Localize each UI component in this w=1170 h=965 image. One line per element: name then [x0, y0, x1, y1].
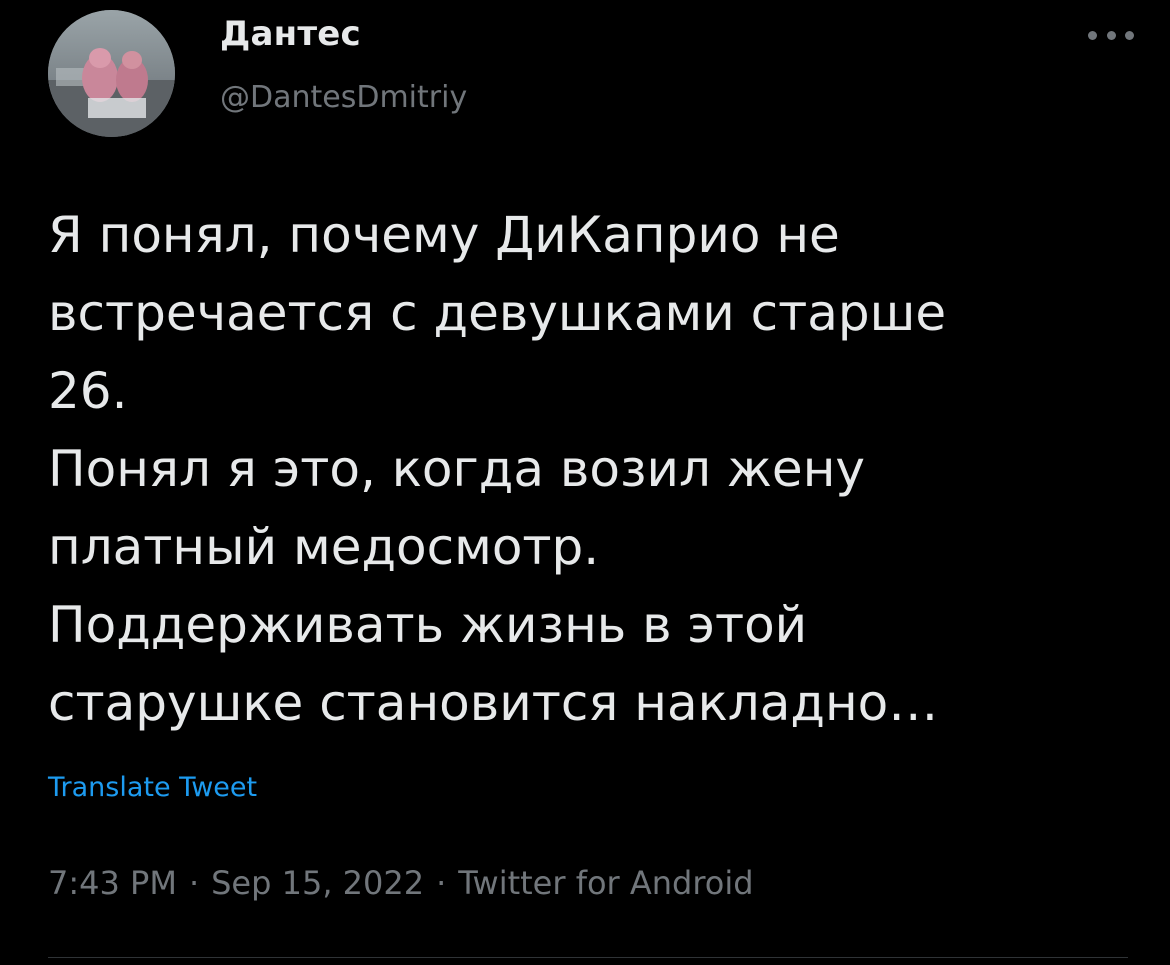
author-handle[interactable]: @DantesDmitriy	[220, 80, 467, 115]
meta-separator: ·	[188, 864, 200, 902]
tweet-text: Я понял, почему ДиКаприо не встречается …	[48, 206, 947, 732]
tweet-date[interactable]: Sep 15, 2022	[211, 864, 424, 902]
tweet-source[interactable]: Twitter for Android	[458, 864, 753, 902]
divider	[48, 957, 1128, 958]
tweet-time[interactable]: 7:43 PM	[48, 864, 177, 902]
more-dot	[1106, 30, 1116, 40]
avatar-image	[48, 10, 175, 137]
author-display-name[interactable]: Дантес	[220, 14, 361, 54]
translate-tweet-link[interactable]: Translate Tweet	[48, 772, 257, 803]
more-dot	[1088, 30, 1097, 40]
tweet-detail: Дантес @DantesDmitriy Я понял, почему Ди…	[0, 0, 1170, 965]
more-dot	[1125, 30, 1134, 40]
more-options-icon[interactable]	[1088, 24, 1134, 46]
tweet-meta: 7:43 PM · Sep 15, 2022 · Twitter for Android	[48, 864, 754, 902]
profile-avatar[interactable]	[48, 10, 175, 137]
meta-separator: ·	[436, 864, 447, 902]
